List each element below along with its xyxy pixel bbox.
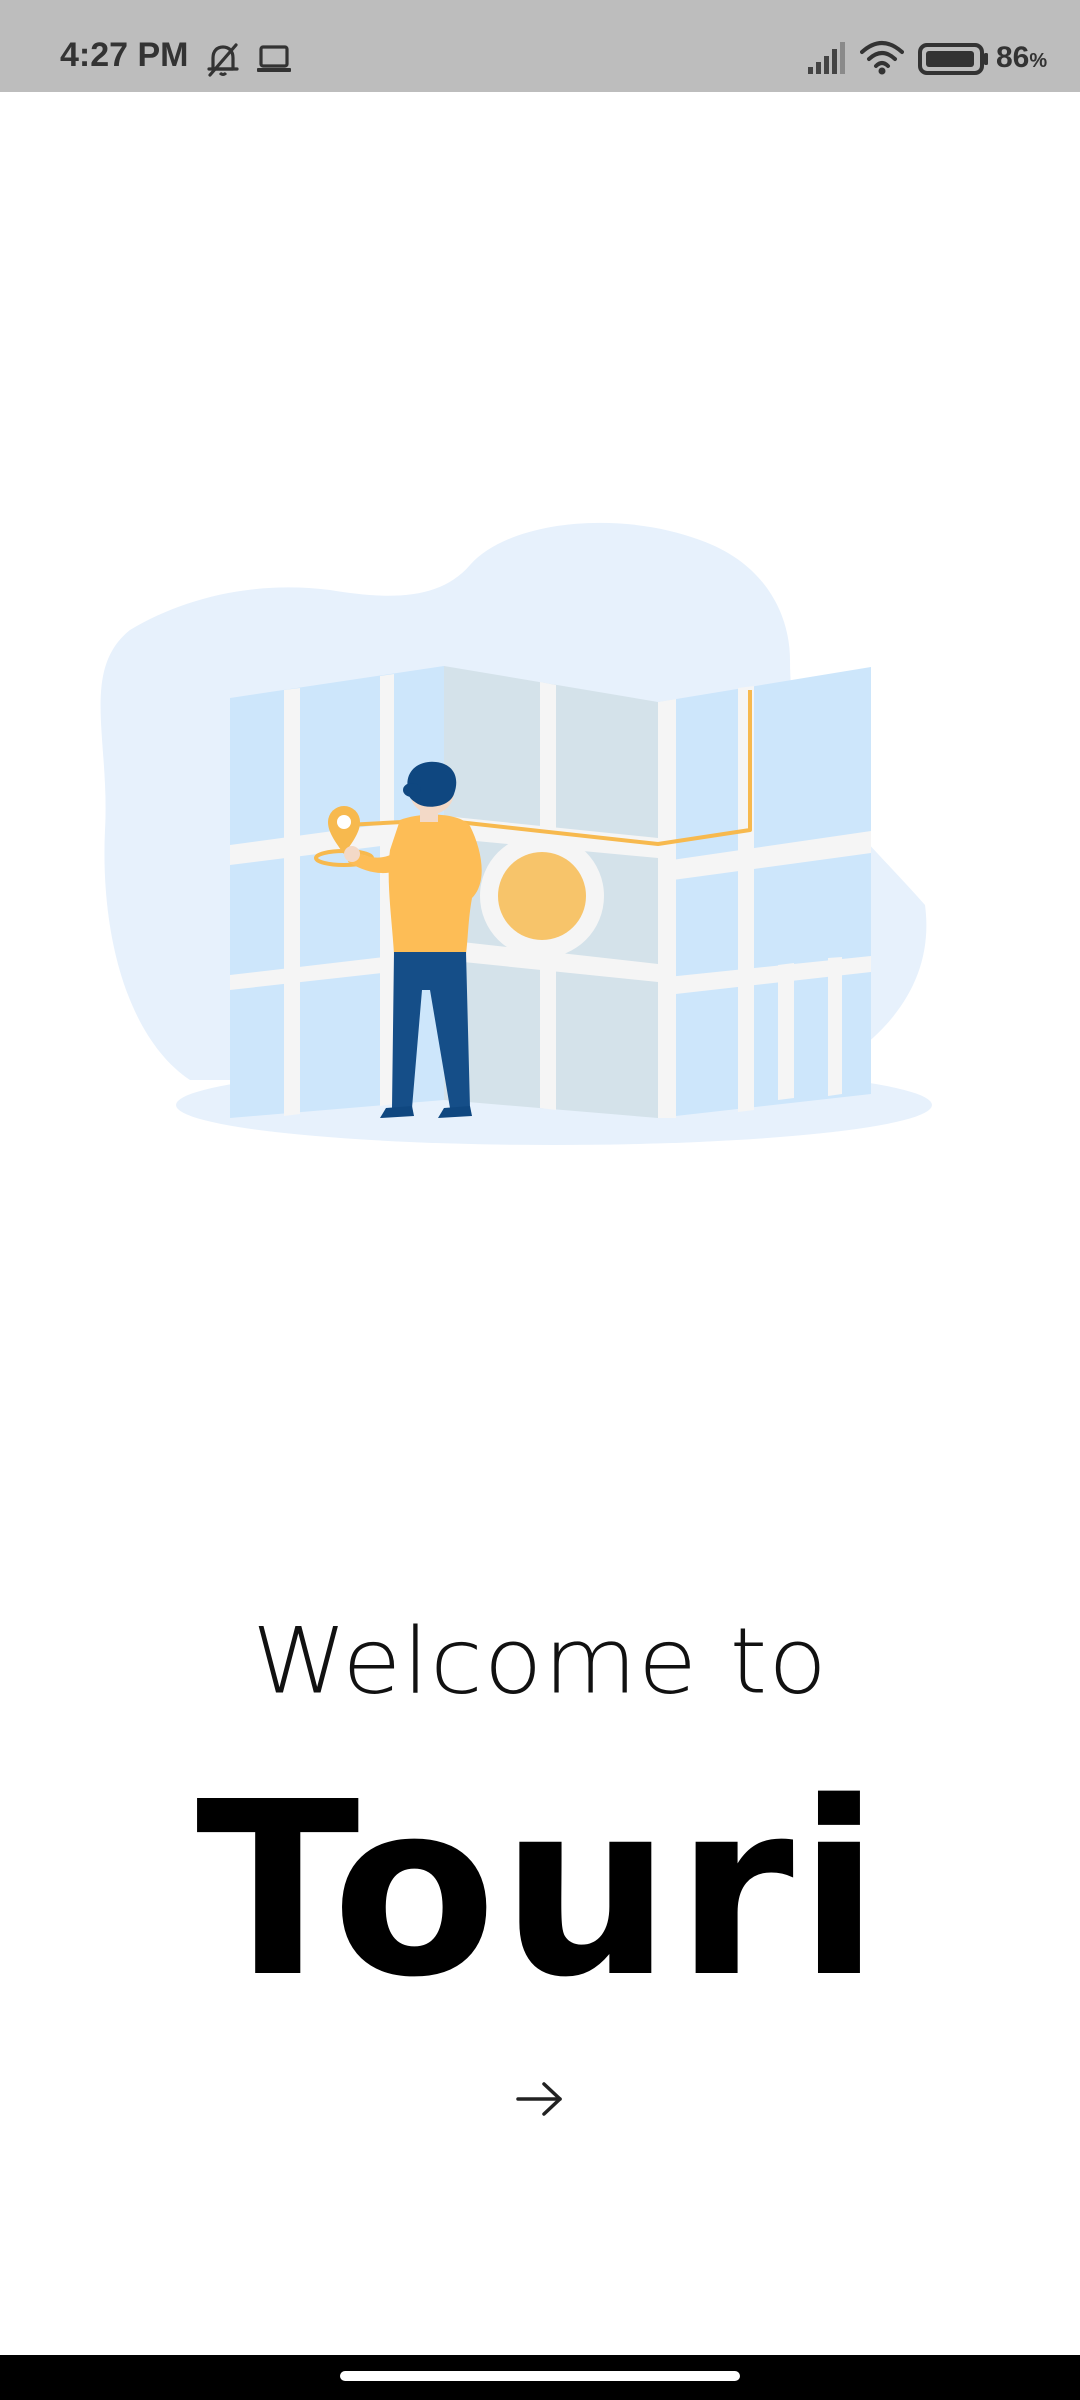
muted-bell-icon xyxy=(203,40,243,80)
battery-icon xyxy=(918,42,990,76)
welcome-heading: Welcome to xyxy=(251,1607,828,1715)
status-bar: 4:27 PM 86% xyxy=(0,0,1080,92)
status-time: 4:27 PM xyxy=(60,36,189,74)
battery-percent-value: 86 xyxy=(996,41,1030,74)
home-gesture-handle[interactable] xyxy=(340,2371,740,2381)
navigation-bar xyxy=(0,2355,1080,2400)
next-button[interactable] xyxy=(510,2074,570,2124)
signal-icon xyxy=(806,40,848,76)
wifi-icon xyxy=(860,40,904,76)
map-circle-marker xyxy=(498,852,586,940)
map-with-person-illustration xyxy=(90,520,950,1160)
laptop-icon xyxy=(256,44,292,76)
battery-percent-sign: % xyxy=(1029,50,1048,72)
battery-percent: 86% xyxy=(996,43,1047,73)
app-brand-name: Touri xyxy=(195,1750,885,2030)
arrow-right-icon xyxy=(516,2082,562,2116)
